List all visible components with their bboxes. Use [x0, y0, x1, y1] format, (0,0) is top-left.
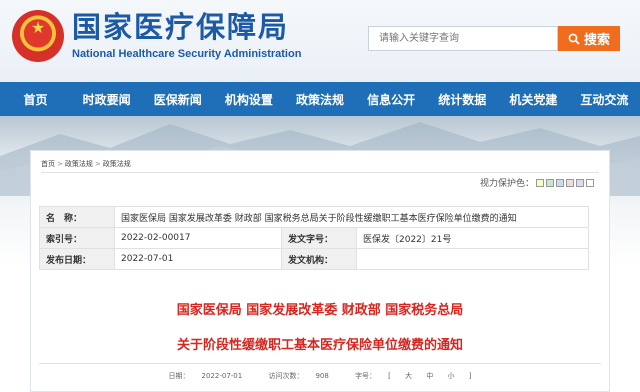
search-icon — [568, 33, 580, 45]
document-title: 关于阶段性缓缴职工基本医疗保险单位缴费的通知 — [176, 338, 463, 353]
breadcrumb-policy-sub[interactable]: 政策法规 — [103, 160, 131, 168]
meta-index-label: 索引号： — [39, 227, 115, 249]
color-swatch-white[interactable] — [586, 178, 594, 187]
publish-date-label: 日期： — [168, 372, 190, 380]
nav-item-organization[interactable]: 机构设置 — [213, 82, 284, 116]
search-button-label: 搜索 — [583, 33, 610, 48]
meta-org-value — [356, 248, 589, 270]
view-count-value: 908 — [315, 372, 329, 380]
meta-date-label: 发布日期： — [39, 248, 115, 270]
color-swatch-green[interactable] — [546, 178, 554, 187]
nav-item-home[interactable]: 首页 — [0, 82, 71, 116]
site-header: ★ 国家医疗保障局 National Healthcare Security A… — [0, 0, 640, 82]
nav-item-party[interactable]: 机关党建 — [498, 82, 569, 116]
meta-docno-label: 发文字号： — [281, 227, 357, 249]
nav-item-healthcare-news[interactable]: 医保新闻 — [142, 82, 213, 116]
nav-item-news[interactable]: 时政要闻 — [71, 82, 142, 116]
article-info: 日期： 2022-07-01 访问次数： 908 字号： [ 大 中 小 ] — [31, 371, 609, 381]
view-count-label: 访问次数： — [268, 372, 304, 380]
color-swatch-blue[interactable] — [556, 178, 564, 187]
breadcrumb-policy[interactable]: 政策法规 — [65, 160, 93, 168]
font-size-small[interactable]: 小 — [448, 372, 455, 380]
font-size-control: 字号： [ 大 中 小 ] — [349, 372, 477, 380]
document-meta-table: 名 称： 国家医保局 国家发展改革委 财政部 国家税务总局关于阶段性缓缴职工基本… — [39, 206, 589, 270]
publish-date: 日期： 2022-07-01 — [163, 372, 249, 380]
color-swatch-yellow[interactable] — [536, 178, 544, 187]
nav-item-statistics[interactable]: 统计数据 — [427, 82, 498, 116]
breadcrumb: 首页 > 政策法规 > 政策法规 — [41, 159, 131, 169]
search-button[interactable]: 搜索 — [558, 26, 620, 51]
national-emblem-icon: ★ — [12, 10, 64, 62]
color-swatch-lavender[interactable] — [576, 178, 584, 187]
breadcrumb-separator: > — [94, 160, 101, 168]
meta-name-label: 名 称： — [39, 206, 115, 228]
meta-name-value: 国家医保局 国家发展改革委 财政部 国家税务总局关于阶段性缓缴职工基本医疗保险单… — [114, 206, 589, 228]
font-size-large[interactable]: 大 — [405, 372, 412, 380]
document-issuers: 国家医保局 国家发展改革委 财政部 国家税务总局 — [176, 303, 464, 318]
divider — [39, 363, 601, 364]
font-size-bracket-open: [ — [388, 372, 391, 380]
meta-docno-value: 医保发〔2022〕21号 — [356, 227, 589, 249]
color-swatch-pink[interactable] — [566, 178, 574, 187]
font-size-label: 字号： — [355, 372, 377, 380]
article-panel: 首页 > 政策法规 > 政策法规 视力保护色： 名 称： 国家医保局 国家发展改革委 财… — [30, 150, 610, 392]
site-title[interactable]: 国家医疗保障局 — [72, 10, 289, 44]
meta-index-value: 2022-02-00017 — [114, 227, 282, 249]
view-count: 访问次数： 908 — [262, 372, 334, 380]
main-nav: 首页 时政要闻 医保新闻 机构设置 政策法规 信息公开 统计数据 机关党建 互动… — [0, 82, 640, 116]
vision-protection: 视力保护色： — [480, 176, 594, 189]
meta-date-value: 2022-07-01 — [114, 248, 282, 270]
breadcrumb-separator: > — [57, 160, 63, 168]
nav-item-interaction[interactable]: 互动交流 — [569, 82, 640, 116]
nav-item-disclosure[interactable]: 信息公开 — [356, 82, 427, 116]
vision-protection-label: 视力保护色： — [479, 179, 534, 189]
search-input[interactable] — [368, 26, 558, 51]
breadcrumb-home[interactable]: 首页 — [41, 160, 55, 168]
divider — [41, 172, 599, 173]
publish-date-value: 2022-07-01 — [201, 372, 243, 380]
font-size-medium[interactable]: 中 — [426, 372, 433, 380]
nav-item-policy[interactable]: 政策法规 — [284, 82, 355, 116]
meta-org-label: 发文机构： — [281, 248, 357, 270]
site-subtitle: National Healthcare Security Administrat… — [72, 48, 302, 60]
font-size-bracket-close: ] — [468, 372, 472, 380]
